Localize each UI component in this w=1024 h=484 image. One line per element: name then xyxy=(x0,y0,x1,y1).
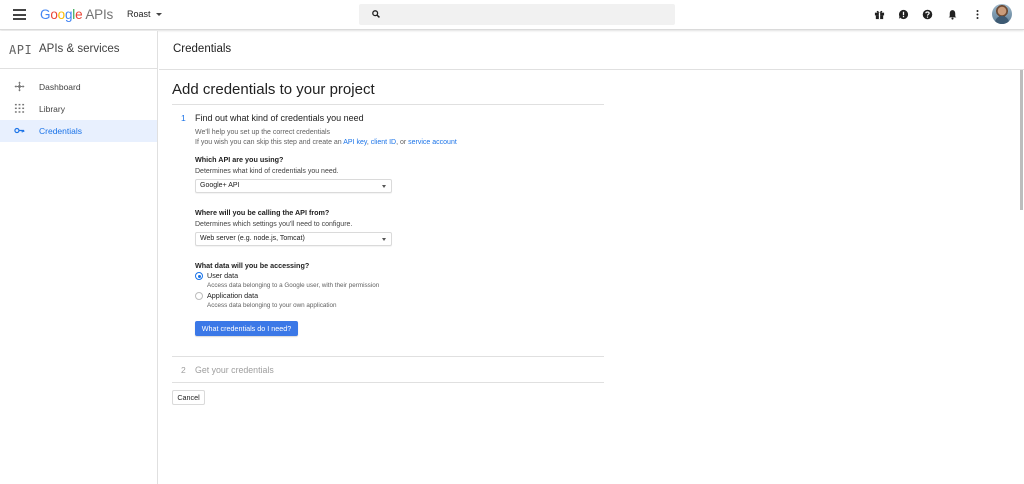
sidebar-item-label: Credentials xyxy=(39,126,82,136)
sidebar-item-label: Library xyxy=(39,104,65,114)
step-1-number: 1 xyxy=(181,113,186,123)
calling-from-select-value: Web server (e.g. node.js, Tomcat) xyxy=(200,235,305,242)
step-2-title: Get your credentials xyxy=(195,365,274,375)
project-name: Roast xyxy=(127,9,151,19)
sidebar-item-dashboard[interactable]: Dashboard xyxy=(0,76,157,98)
sidebar: API APIs & services Dashboard Library Cr… xyxy=(0,31,158,484)
service-account-link[interactable]: service account xyxy=(408,139,457,146)
application-data-label: Application data xyxy=(207,291,259,300)
api-question-label: Which API are you using? xyxy=(195,155,284,164)
step-1-title: Find out what kind of credentials you ne… xyxy=(195,113,364,123)
search-input[interactable] xyxy=(359,4,675,25)
scrollbar[interactable] xyxy=(1020,70,1023,210)
search-icon xyxy=(372,10,380,18)
page-title: Credentials xyxy=(173,43,232,55)
chevron-down-icon xyxy=(155,13,162,17)
library-icon xyxy=(14,103,25,113)
more-vert-icon[interactable] xyxy=(972,9,983,20)
notifications-icon[interactable] xyxy=(947,9,958,20)
application-data-description: Access data belonging to your own applic… xyxy=(207,302,337,309)
dropdown-arrow-icon xyxy=(382,238,386,241)
sidebar-item-credentials[interactable]: Credentials xyxy=(0,120,157,142)
api-select[interactable]: Google+ API xyxy=(195,179,392,193)
account-avatar[interactable] xyxy=(992,4,1012,24)
user-data-radio[interactable] xyxy=(195,272,203,280)
sidebar-item-label: Dashboard xyxy=(39,82,81,92)
user-data-description: Access data belonging to a Google user, … xyxy=(207,282,380,289)
divider xyxy=(172,356,604,357)
api-badge-icon: API xyxy=(9,43,33,57)
api-key-link[interactable]: API key xyxy=(343,139,367,146)
sidebar-title: APIs & services xyxy=(39,43,120,55)
help-icon[interactable] xyxy=(922,9,933,20)
page-header: Credentials xyxy=(159,31,1024,70)
divider xyxy=(172,382,604,383)
cancel-button[interactable]: Cancel xyxy=(172,390,205,405)
data-access-question-label: What data will you be accessing? xyxy=(195,261,310,270)
step-1-help: We'll help you set up the correct creden… xyxy=(195,129,331,136)
sidebar-header: API APIs & services xyxy=(0,31,157,69)
client-id-link[interactable]: client ID xyxy=(371,139,396,146)
dropdown-arrow-icon xyxy=(382,185,386,188)
application-data-radio[interactable] xyxy=(195,292,203,300)
sidebar-item-library[interactable]: Library xyxy=(0,98,157,120)
menu-icon[interactable] xyxy=(13,9,26,20)
user-data-label: User data xyxy=(207,271,239,280)
gift-icon[interactable] xyxy=(874,9,885,20)
step-2-number: 2 xyxy=(181,365,186,375)
api-question-hint: Determines what kind of credentials you … xyxy=(195,168,339,175)
dashboard-icon xyxy=(14,81,25,92)
google-apis-logo[interactable]: Google APIs xyxy=(40,7,113,22)
calling-from-question-label: Where will you be calling the API from? xyxy=(195,208,330,217)
top-app-bar: Google APIs Roast xyxy=(0,0,1024,30)
divider xyxy=(172,104,604,105)
api-select-value: Google+ API xyxy=(200,182,240,189)
what-credentials-button[interactable]: What credentials do I need? xyxy=(195,321,298,336)
key-icon xyxy=(14,127,25,134)
form-heading: Add credentials to your project xyxy=(172,81,375,98)
calling-from-select[interactable]: Web server (e.g. node.js, Tomcat) xyxy=(195,232,392,246)
feedback-icon[interactable] xyxy=(898,9,909,20)
project-selector[interactable]: Roast xyxy=(127,9,162,19)
step-1-skip-text: If you wish you can skip this step and c… xyxy=(195,139,457,146)
calling-from-question-hint: Determines which settings you'll need to… xyxy=(195,221,353,228)
